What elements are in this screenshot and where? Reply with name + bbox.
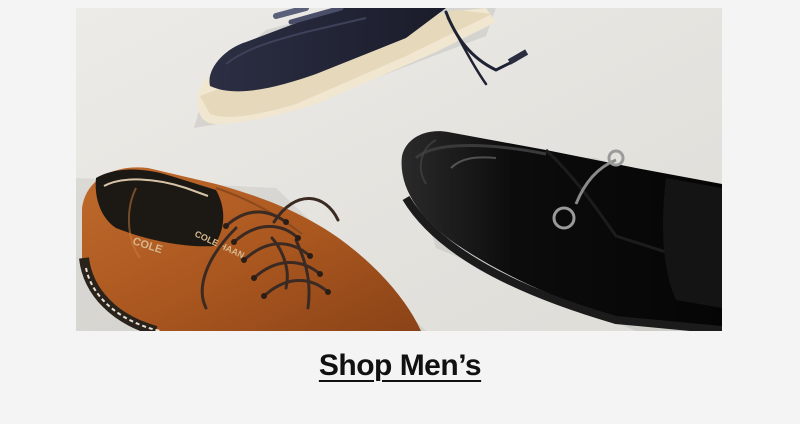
shop-mens-link[interactable]: Shop Men’s bbox=[319, 349, 482, 383]
cta-container: Shop Men’s bbox=[0, 338, 800, 394]
mens-shoes-photo: COLE COLE HAAN bbox=[76, 8, 722, 331]
mens-promo-tile: COLE COLE HAAN Shop Men’s bbox=[0, 0, 800, 424]
hero-image-link[interactable]: COLE COLE HAAN bbox=[76, 8, 722, 331]
